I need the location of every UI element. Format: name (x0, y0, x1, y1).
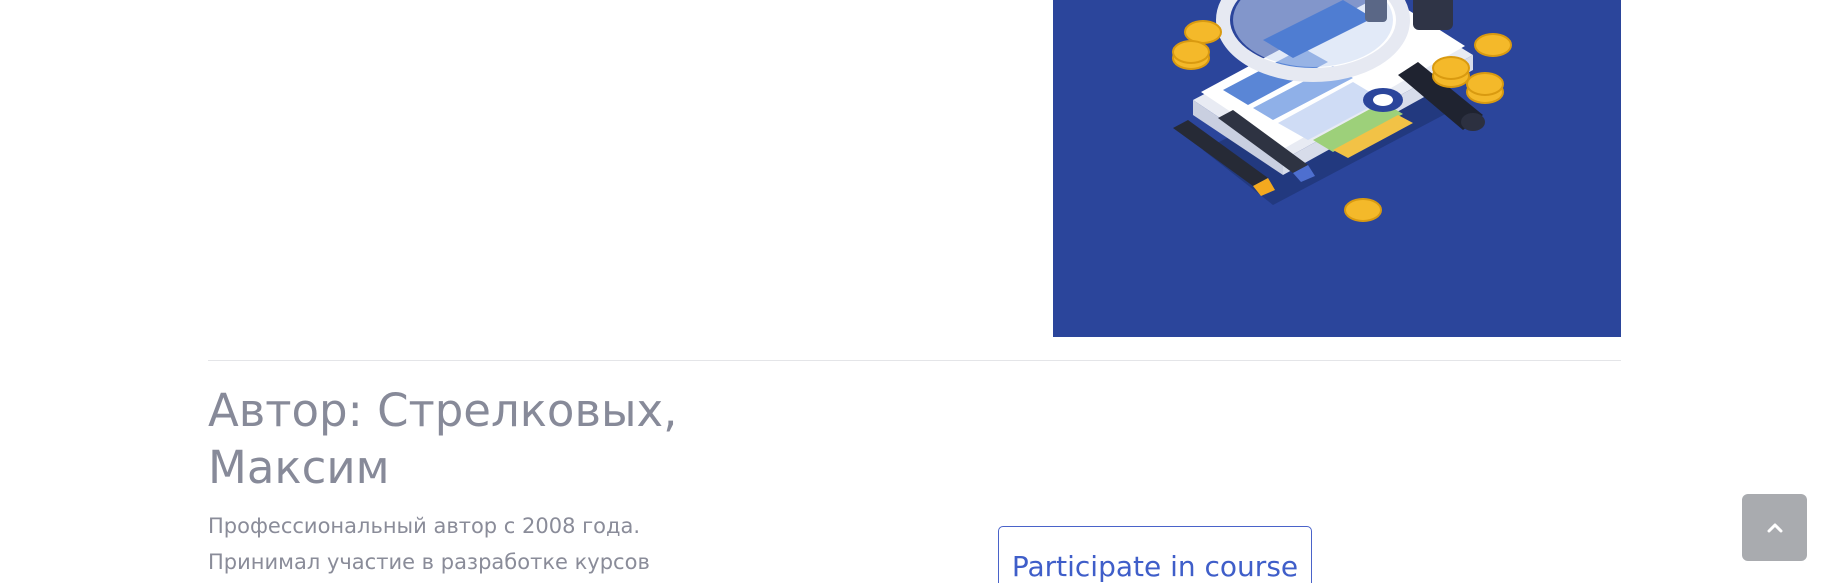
scroll-to-top-button[interactable] (1742, 494, 1807, 561)
author-title: Автор: Стрелковых, Максим (208, 384, 678, 494)
course-page: Автор: Стрелковых, Максим Профессиональн… (0, 0, 1829, 583)
section-divider (208, 360, 1621, 361)
analytics-report-illustration (1172, 0, 1512, 222)
chevron-up-icon (1767, 523, 1782, 532)
author-bio-line: Принимал участие в разработке курсов (208, 550, 650, 574)
course-hero-image (1053, 0, 1621, 337)
participate-in-course-button[interactable]: Participate in course (998, 526, 1312, 583)
author-bio: Профессиональный автор с 2008 года. Прин… (208, 508, 728, 580)
author-bio-line: Профессиональный автор с 2008 года. (208, 514, 641, 538)
